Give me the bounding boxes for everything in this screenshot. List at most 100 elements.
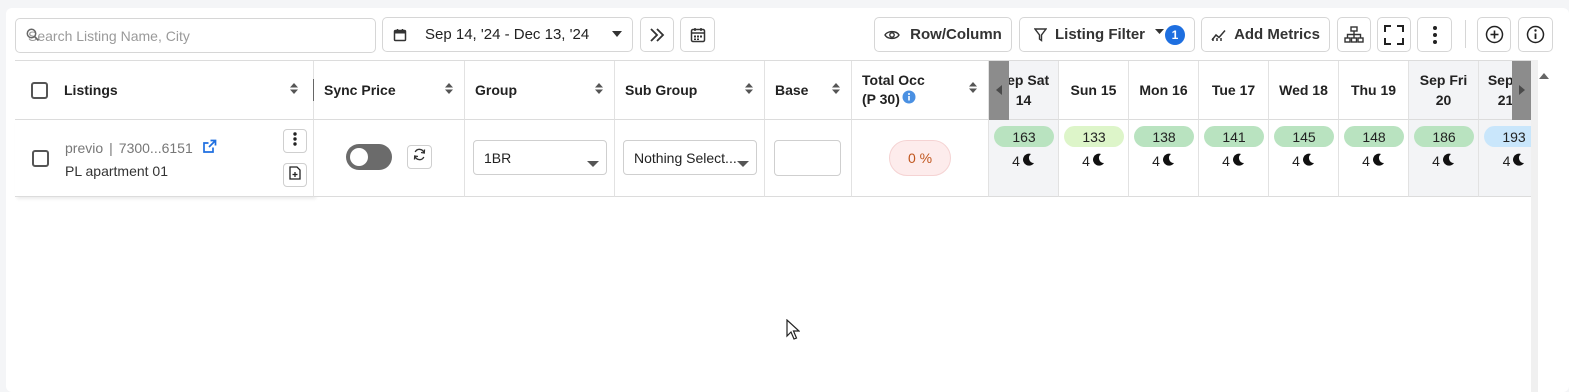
scroll-up-icon[interactable] xyxy=(1539,66,1549,84)
add-note-button[interactable] xyxy=(283,163,307,187)
hierarchy-button[interactable] xyxy=(1337,17,1371,52)
sync-button[interactable] xyxy=(407,145,432,169)
sort-icon[interactable] xyxy=(289,82,299,99)
external-link-icon[interactable] xyxy=(202,139,217,157)
day-cell-2[interactable]: 138 4 xyxy=(1129,120,1199,197)
row-checkbox[interactable] xyxy=(32,150,49,167)
date-header-line2: 21 xyxy=(1497,92,1514,108)
scroll-left-button[interactable] xyxy=(989,61,1009,120)
date-range-picker[interactable]: Sep 14, '24 - Dec 13, '24 xyxy=(382,17,633,52)
calendar-view-button[interactable] xyxy=(680,17,715,52)
listing-filter-button[interactable]: Listing Filter 1 xyxy=(1019,17,1195,52)
sort-icon[interactable] xyxy=(444,82,454,99)
plus-circle-icon xyxy=(1485,25,1504,44)
fullscreen-button[interactable] xyxy=(1377,17,1411,52)
price-value: 163 xyxy=(1012,128,1036,145)
select-all-checkbox[interactable] xyxy=(31,81,48,99)
header-listings-label: Listings xyxy=(64,82,118,98)
group-select[interactable]: 1BR xyxy=(473,140,607,175)
info-icon[interactable] xyxy=(902,90,916,109)
moon-icon xyxy=(1302,153,1315,169)
header-base-label: Base xyxy=(775,82,809,98)
min-nights: 4 xyxy=(1129,153,1198,169)
scroll-right-button[interactable] xyxy=(1512,61,1532,120)
sync-price-toggle[interactable] xyxy=(346,144,392,170)
row-column-label: Row/Column xyxy=(910,26,1002,43)
filter-icon xyxy=(1034,27,1047,42)
price-pill[interactable]: 133 xyxy=(1064,126,1124,147)
skip-forward-button[interactable] xyxy=(640,17,674,52)
price-pill[interactable]: 141 xyxy=(1204,126,1264,147)
price-value: 186 xyxy=(1432,128,1456,145)
kebab-icon xyxy=(293,131,297,151)
row-column-button[interactable]: Row/Column xyxy=(874,17,1012,52)
more-options-button[interactable] xyxy=(1417,17,1452,52)
price-pill[interactable]: 193 xyxy=(1484,126,1532,147)
sort-icon[interactable] xyxy=(968,81,978,100)
date-header-6: Sep Fri 20 xyxy=(1409,61,1479,120)
day-cell-6[interactable]: 186 4 xyxy=(1409,120,1479,197)
day-cell-1[interactable]: 133 4 xyxy=(1059,120,1129,197)
listings-table: Listings Sync Price Group Sub Group Base xyxy=(15,60,1532,197)
header-group-label: Group xyxy=(475,82,517,98)
search-input[interactable] xyxy=(28,27,348,44)
date-header-line1: Wed 18 xyxy=(1279,82,1328,98)
total-occ-cell: 0 % xyxy=(852,120,989,197)
refresh-icon xyxy=(413,148,426,166)
date-header-line2: 20 xyxy=(1435,92,1452,108)
sort-icon[interactable] xyxy=(744,82,754,99)
price-pill[interactable]: 186 xyxy=(1414,126,1474,147)
info-button[interactable] xyxy=(1518,17,1553,52)
moon-icon xyxy=(1232,153,1245,169)
sort-icon[interactable] xyxy=(594,82,604,99)
listing-id: 7300...6151 xyxy=(118,140,193,156)
sort-icon[interactable] xyxy=(831,82,841,99)
min-nights: 4 xyxy=(1479,153,1532,169)
caret-down-icon xyxy=(1155,28,1164,35)
day-cell-5[interactable]: 148 4 xyxy=(1339,120,1409,197)
calendar-icon xyxy=(393,28,407,42)
add-metrics-label: Add Metrics xyxy=(1234,26,1320,43)
date-header-line1: Thu 19 xyxy=(1350,82,1397,98)
date-header-4: Wed 18 xyxy=(1269,61,1339,120)
header-sync-price: Sync Price xyxy=(314,61,465,120)
search-box[interactable] xyxy=(15,18,376,53)
sub-group-select[interactable]: Nothing Select... xyxy=(623,140,757,175)
filter-count-badge: 1 xyxy=(1165,24,1185,45)
add-button[interactable] xyxy=(1477,17,1511,52)
min-nights-value: 4 xyxy=(1012,153,1020,169)
vertical-scrollbar[interactable] xyxy=(1531,60,1538,392)
add-metrics-button[interactable]: Add Metrics xyxy=(1201,17,1330,52)
price-pill[interactable]: 145 xyxy=(1274,126,1334,147)
day-cell-0[interactable]: 163 4 xyxy=(989,120,1059,197)
header-total-occ-line2: (P 30) xyxy=(862,91,900,107)
price-pill[interactable]: 163 xyxy=(994,126,1054,147)
date-range-label: Sep 14, '24 - Dec 13, '24 xyxy=(425,26,590,43)
min-nights-value: 4 xyxy=(1362,153,1370,169)
search-icon xyxy=(26,28,40,47)
price-value: 145 xyxy=(1292,128,1316,145)
price-pill[interactable]: 138 xyxy=(1134,126,1194,147)
min-nights-value: 4 xyxy=(1432,153,1440,169)
separator: | xyxy=(109,140,113,156)
file-plus-icon xyxy=(289,165,301,185)
toolbar-divider xyxy=(1465,20,1466,48)
price-value: 193 xyxy=(1502,128,1526,145)
caret-down-icon xyxy=(737,155,749,171)
listing-filter-label: Listing Filter xyxy=(1055,26,1145,43)
caret-down-icon xyxy=(612,31,622,38)
moon-icon xyxy=(1512,153,1525,169)
day-cell-7[interactable]: 193 4 xyxy=(1479,120,1532,197)
price-pill[interactable]: 148 xyxy=(1344,126,1404,147)
price-value: 148 xyxy=(1362,128,1386,145)
base-price-input[interactable] xyxy=(774,140,841,176)
info-circle-icon xyxy=(1526,25,1545,44)
listing-name: PL apartment 01 xyxy=(65,163,168,179)
listing-menu-button[interactable] xyxy=(283,129,307,153)
occupancy-badge: 0 % xyxy=(889,140,951,176)
moon-icon xyxy=(1372,153,1385,169)
day-cell-4[interactable]: 145 4 xyxy=(1269,120,1339,197)
day-cell-3[interactable]: 141 4 xyxy=(1199,120,1269,197)
header-group: Group xyxy=(465,61,615,120)
occupancy-value: 0 % xyxy=(907,150,933,166)
